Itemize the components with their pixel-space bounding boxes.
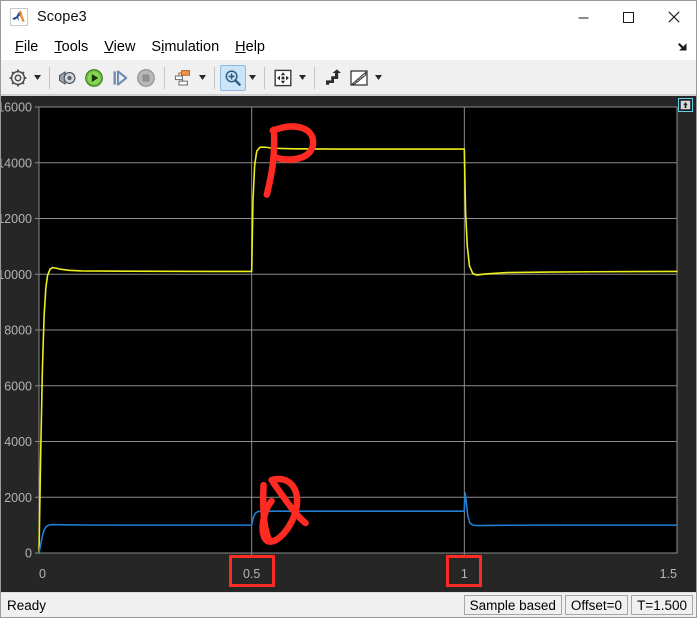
zoom-in-dropdown[interactable]: [246, 65, 259, 91]
menu-tools[interactable]: Tools: [46, 37, 96, 57]
y-axis-tick-label: 0: [25, 547, 32, 561]
menu-simulation[interactable]: Simulation: [143, 37, 227, 57]
measurements-dropdown[interactable]: [372, 65, 385, 91]
layout-button[interactable]: [170, 65, 196, 91]
autoscale-dropdown[interactable]: [296, 65, 309, 91]
x-axis-tick-label: 0: [39, 567, 46, 581]
stop-button[interactable]: [133, 65, 159, 91]
signal-trigger-button[interactable]: [320, 65, 346, 91]
status-message: Ready: [7, 597, 47, 613]
x-axis-tick-label: 0.5: [243, 567, 260, 581]
x-axis-tick-label: 1.5: [660, 567, 677, 581]
layout-dropdown[interactable]: [196, 65, 209, 91]
scope-plot-area[interactable]: 0 2000 4000 6000 8000 10000 12000 14000 16000 0 0.…: [1, 96, 696, 592]
y-axis-tick-label: 12000: [1, 212, 32, 226]
y-axis-tick-label: 6000: [4, 379, 32, 393]
y-axis-tick-label: 8000: [4, 324, 32, 338]
window-title: Scope3: [37, 9, 87, 25]
status-sample-mode: Sample based: [463, 595, 562, 615]
maximize-button[interactable]: [606, 1, 651, 33]
toolbar-separator-3: [214, 66, 215, 89]
close-button[interactable]: [651, 1, 696, 33]
status-bar: Ready Sample based Offset=0 T=1.500: [1, 592, 696, 617]
configuration-properties-dropdown[interactable]: [31, 65, 44, 91]
y-axis-tick-label: 14000: [1, 156, 32, 170]
autoscale-button[interactable]: [270, 65, 296, 91]
step-forward-button[interactable]: [107, 65, 133, 91]
toolbar-separator-5: [314, 66, 315, 89]
menu-help[interactable]: Help: [227, 37, 273, 57]
title-bar: Scope3: [1, 1, 696, 33]
zoom-in-button[interactable]: [220, 64, 246, 91]
scope-window: Scope3 File Tools View Simulation Help 0…: [0, 0, 697, 618]
expand-legend-icon[interactable]: [678, 98, 693, 112]
x-axis-tick-label: 1: [461, 567, 468, 581]
status-offset: Offset=0: [564, 595, 629, 615]
menu-simulation-label-rest: mulation: [164, 38, 220, 55]
undock-arrow-icon[interactable]: [670, 36, 692, 58]
menu-bar: File Tools View Simulation Help: [1, 33, 696, 60]
measurements-button[interactable]: [346, 65, 372, 91]
scope-chart[interactable]: 0 2000 4000 6000 8000 10000 12000 14000 16000 0 0.…: [1, 96, 696, 592]
y-axis-tick-label: 16000: [1, 101, 32, 115]
menu-file[interactable]: File: [7, 37, 46, 57]
toolbar-separator-2: [164, 66, 165, 89]
window-controls: [561, 1, 696, 33]
toolbar-separator-1: [49, 66, 50, 89]
y-axis-tick-label: 4000: [4, 435, 32, 449]
minimize-button[interactable]: [561, 1, 606, 33]
menu-help-label-rest: elp: [245, 38, 265, 55]
y-axis-tick-label: 10000: [1, 268, 32, 282]
menu-file-label-rest: ile: [23, 38, 39, 55]
menu-tools-label-rest: ools: [61, 38, 89, 55]
run-button[interactable]: [81, 65, 107, 91]
toolbar: [1, 60, 696, 96]
menu-view-label-rest: iew: [113, 38, 136, 55]
menu-view[interactable]: View: [96, 37, 143, 57]
status-time: T=1.500: [631, 595, 693, 615]
print-button[interactable]: [55, 65, 81, 91]
matlab-logo-icon: [10, 8, 28, 26]
y-axis-tick-label: 2000: [4, 491, 32, 505]
configuration-properties-button[interactable]: [5, 65, 31, 91]
toolbar-separator-4: [264, 66, 265, 89]
